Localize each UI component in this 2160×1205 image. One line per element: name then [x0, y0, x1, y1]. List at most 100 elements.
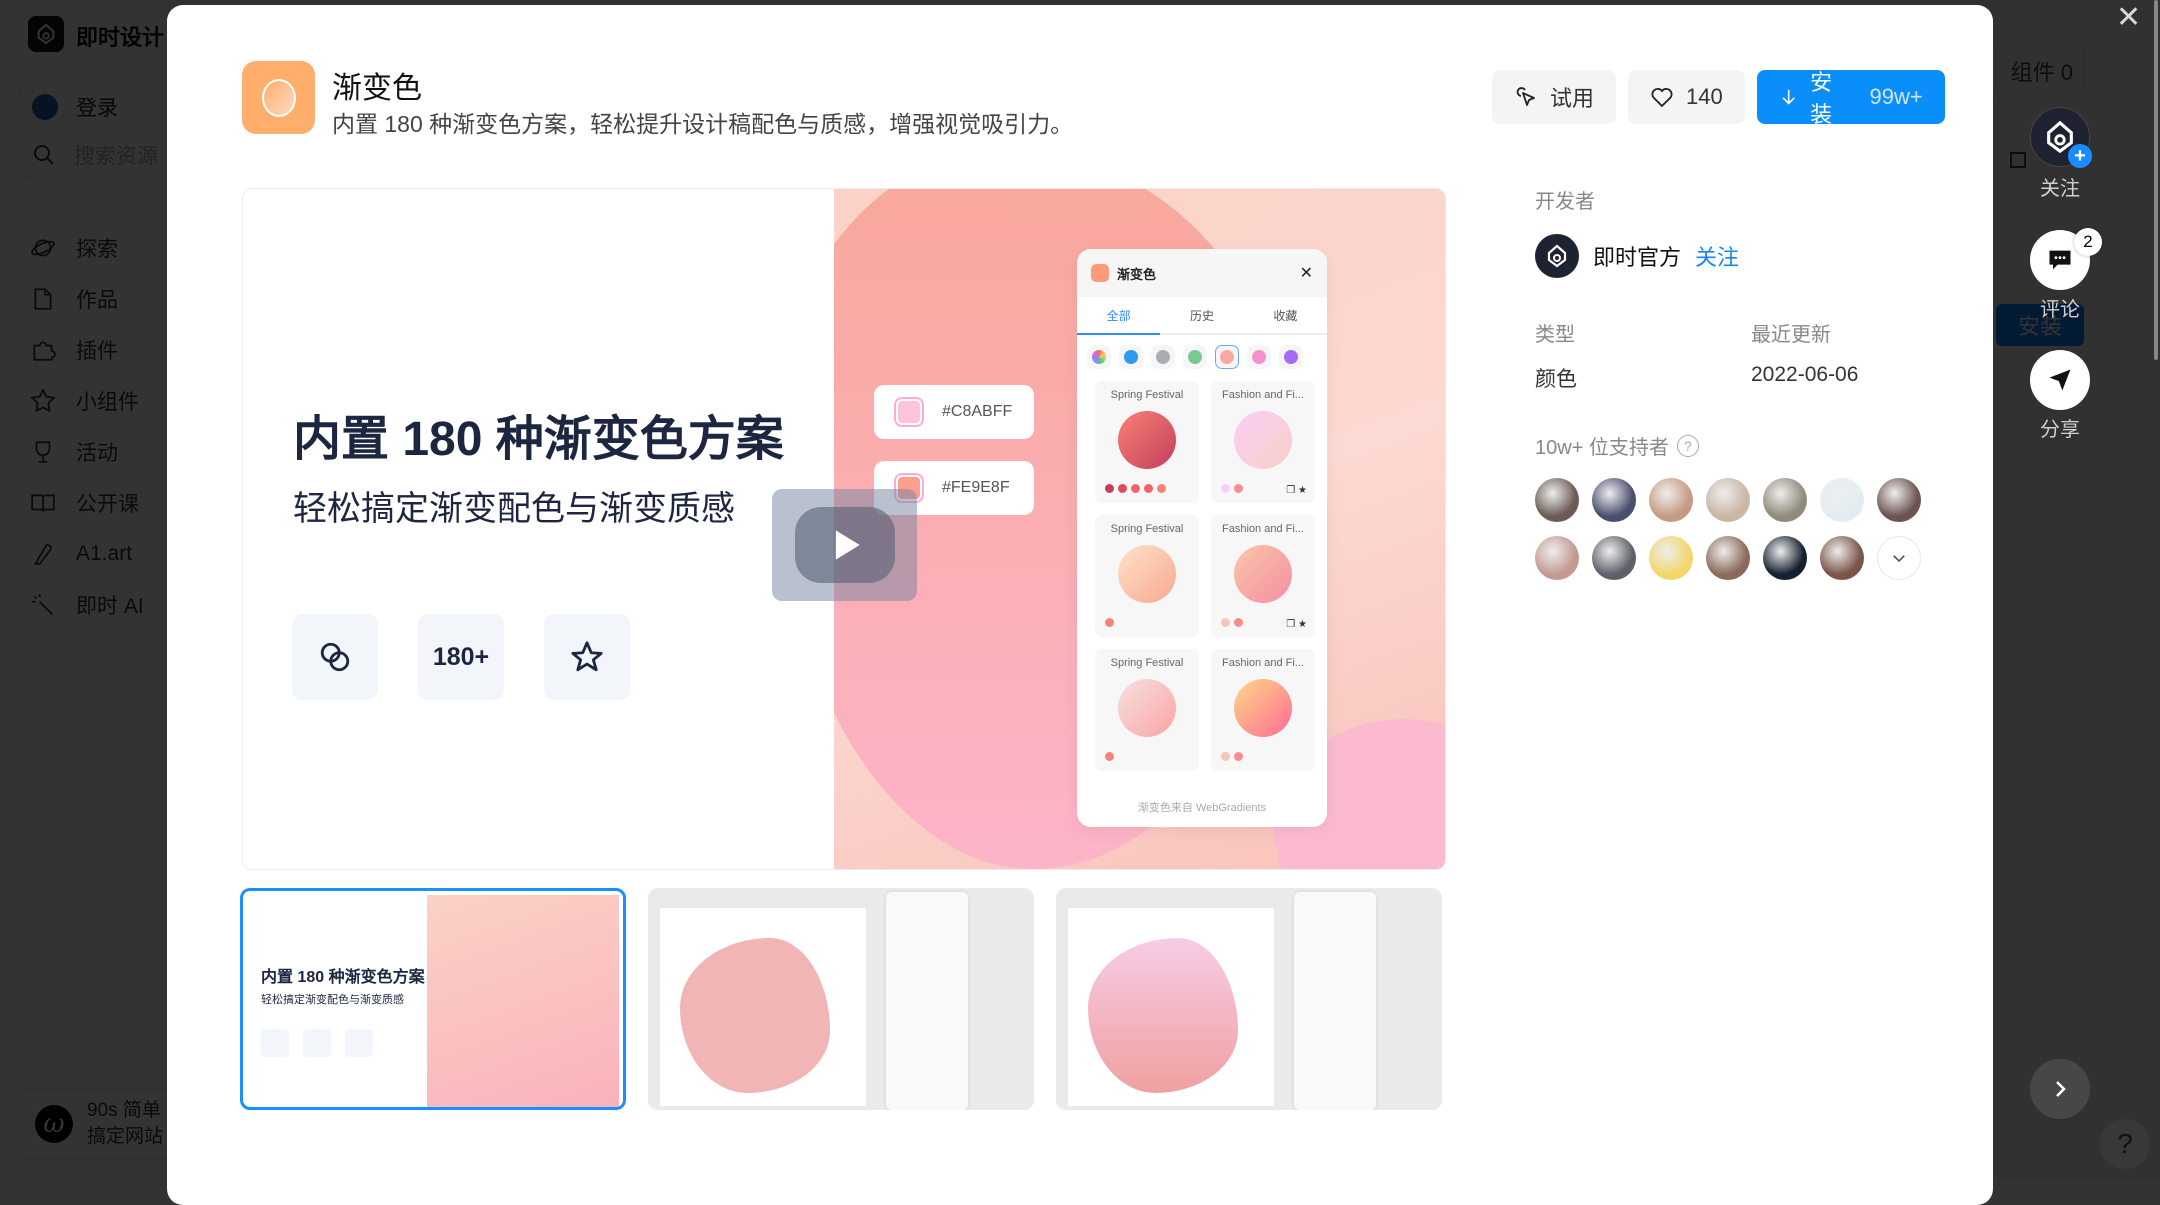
gradient-preview	[1234, 679, 1292, 737]
stop-dot	[1221, 484, 1230, 493]
color-dot	[1124, 350, 1138, 364]
supporter-avatar[interactable]	[1535, 478, 1579, 522]
gradient-preview	[1118, 545, 1176, 603]
supporter-avatar[interactable]	[1592, 478, 1636, 522]
supporter-avatar[interactable]	[1706, 536, 1750, 580]
gradient-name: Spring Festival	[1095, 389, 1199, 401]
plugin-icon	[242, 61, 315, 134]
plugin-info: 开发者 即时官方 关注 类型 最近更新 颜色 2022-06-06 10w+ 位…	[1535, 185, 1935, 580]
install-label: 安装	[1810, 65, 1845, 129]
gradient-name: Fashion and Fi...	[1211, 523, 1315, 535]
close-modal-button[interactable]: ✕	[2116, 0, 2141, 35]
play-video-button[interactable]	[772, 489, 917, 601]
show-more-supporters-button[interactable]	[1877, 536, 1921, 580]
thumbnail-panel	[886, 892, 968, 1110]
thumb-tile	[261, 1029, 289, 1057]
comment-label: 评论	[2030, 293, 2090, 322]
supporter-avatar[interactable]	[1592, 536, 1636, 580]
gradient-stops	[1221, 752, 1243, 761]
stop-dot	[1234, 752, 1243, 761]
chevron-down-icon	[1890, 549, 1908, 567]
stop-dot	[1105, 752, 1114, 761]
thumbnail-strip: 内置 180 种渐变色方案 轻松搞定渐变配色与渐变质感	[240, 888, 1442, 1110]
help-question-icon[interactable]: ?	[1677, 435, 1699, 457]
thumbnail-1[interactable]: 内置 180 种渐变色方案 轻松搞定渐变配色与渐变质感	[240, 888, 626, 1110]
stop-dot	[1234, 484, 1243, 493]
copy-star-icon: ❐ ★	[1286, 485, 1307, 496]
stop-dot	[1157, 484, 1166, 493]
gradient-preview	[1118, 679, 1176, 737]
mini-tab-all: 全部	[1077, 297, 1160, 335]
follow-label: 关注	[2030, 172, 2090, 201]
thumbnail-3[interactable]	[1056, 888, 1442, 1110]
gradient-stops	[1105, 752, 1114, 761]
developer-avatar[interactable]	[1535, 234, 1579, 278]
main-preview[interactable]: 内置 180 种渐变色方案 轻松搞定渐变配色与渐变质感 180+ #C8ABFF…	[242, 188, 1446, 870]
mini-gradient-card: Fashion and Fi...❐ ★	[1211, 381, 1315, 503]
shape-blob	[1088, 938, 1238, 1093]
gradient-stops	[1221, 618, 1243, 627]
plugin-title: 渐变色	[332, 63, 422, 107]
plugin-description: 内置 180 种渐变色方案，轻松提升设计稿配色与质感，增强视觉吸引力。	[332, 105, 1073, 139]
next-plugin-button[interactable]	[2030, 1059, 2090, 1119]
developer-label: 开发者	[1535, 185, 1935, 214]
supporter-avatar[interactable]	[1763, 536, 1807, 580]
stop-dot	[1131, 484, 1140, 493]
count-tile: 180+	[418, 614, 504, 700]
share-label: 分享	[2030, 413, 2090, 442]
chevron-right-icon	[2048, 1077, 2072, 1101]
shape-blob	[680, 938, 830, 1093]
mini-plugin-panel: 渐变色✕ 全部 历史 收藏 Spring FestivalFashion and…	[1077, 249, 1327, 827]
gradient-preview	[1234, 545, 1292, 603]
overlap-circles-icon	[292, 614, 378, 700]
comment-count-badge: 2	[2074, 228, 2102, 256]
updated-label: 最近更新	[1751, 318, 1935, 347]
supporter-avatar[interactable]	[1820, 478, 1864, 522]
developer-name[interactable]: 即时官方	[1593, 240, 1681, 272]
mini-color-filter	[1215, 345, 1239, 369]
plugin-detail-modal: 渐变色 内置 180 种渐变色方案，轻松提升设计稿配色与质感，增强视觉吸引力。 …	[167, 5, 1993, 1205]
supporter-avatar[interactable]	[1649, 478, 1693, 522]
mini-gradient-card: Spring Festival	[1095, 381, 1199, 503]
supporter-avatar[interactable]	[1877, 478, 1921, 522]
supporter-avatar[interactable]	[1535, 536, 1579, 580]
gradient-circle-icon	[262, 79, 296, 117]
mini-gradient-card: Fashion and Fi...❐ ★	[1211, 515, 1315, 637]
mini-footer: 渐变色来自 WebGradients	[1077, 799, 1327, 815]
stop-dot	[1221, 752, 1230, 761]
install-button[interactable]: 安装 99w+	[1757, 70, 1945, 124]
mini-tab-history: 历史	[1160, 297, 1243, 333]
supporters-label: 10w+ 位支持者	[1535, 431, 1669, 460]
color-dot	[1188, 350, 1202, 364]
mini-tab-favorites: 收藏	[1244, 297, 1327, 333]
help-button[interactable]: ?	[2100, 1119, 2150, 1169]
thumbnail-panel	[1294, 892, 1376, 1110]
color-dot	[1092, 350, 1106, 364]
thumbnail-canvas	[660, 908, 866, 1106]
share-button[interactable]	[2030, 350, 2090, 410]
gradient-preview	[1234, 411, 1292, 469]
supporter-avatar[interactable]	[1763, 478, 1807, 522]
color-dot	[1156, 350, 1170, 364]
stop-dot	[1144, 484, 1153, 493]
mini-color-filter	[1151, 345, 1175, 369]
follow-link[interactable]: 关注	[1695, 240, 1739, 272]
supporter-avatar[interactable]	[1820, 536, 1864, 580]
stop-dot	[1234, 618, 1243, 627]
like-button[interactable]: 140	[1628, 70, 1745, 124]
mini-gradient-card: Fashion and Fi...	[1211, 649, 1315, 771]
gradient-stops	[1221, 484, 1243, 493]
scrollbar[interactable]	[2154, 0, 2158, 360]
try-button[interactable]: 试用	[1492, 70, 1616, 124]
supporter-avatar[interactable]	[1706, 478, 1750, 522]
supporter-avatar[interactable]	[1649, 536, 1693, 580]
action-bar: 试用 140 安装 99w+	[1492, 70, 1945, 124]
gradient-stops	[1105, 484, 1166, 493]
color-dot	[1284, 350, 1298, 364]
heart-icon	[1650, 85, 1674, 109]
mini-close-icon: ✕	[1300, 263, 1313, 283]
thumbnail-2[interactable]	[648, 888, 1034, 1110]
hex-chip: #C8ABFF	[874, 385, 1034, 439]
developer-row: 即时官方 关注	[1535, 234, 1935, 278]
comment-icon	[2046, 246, 2074, 274]
